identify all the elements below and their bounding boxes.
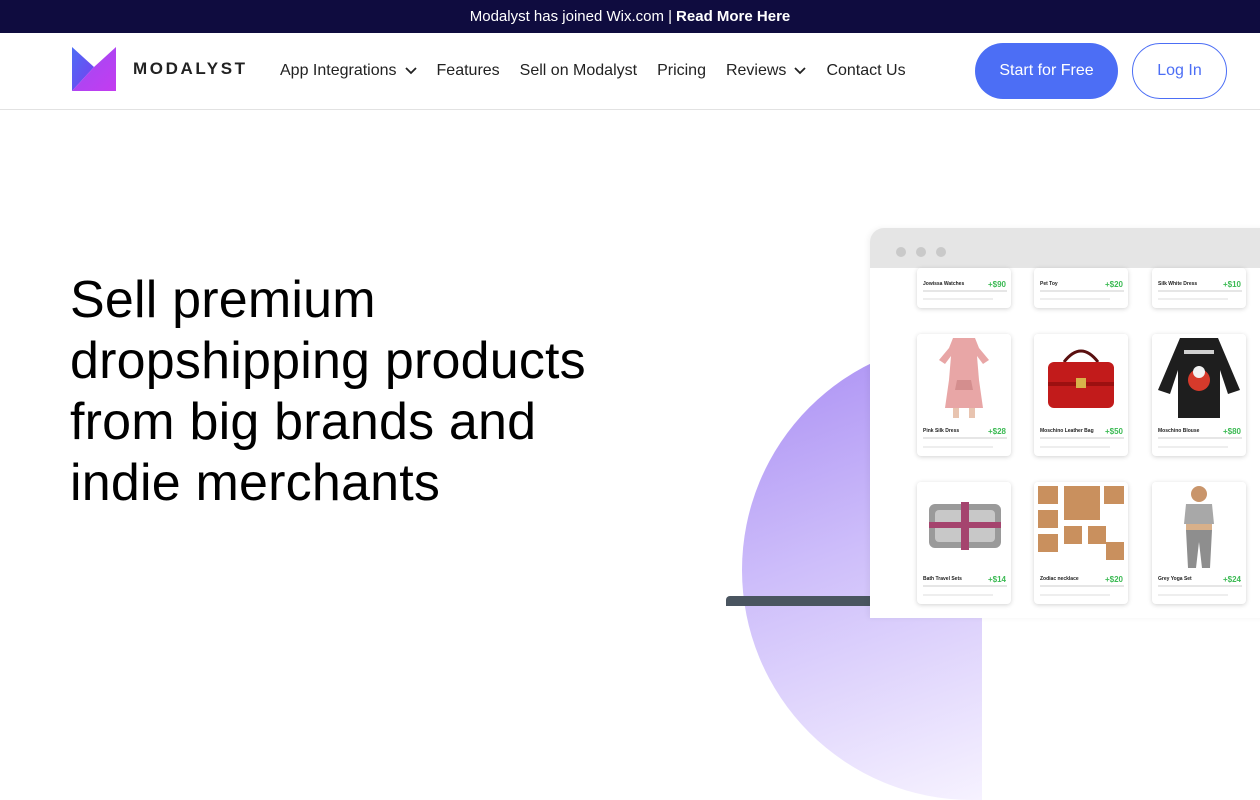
product-price: +$24: [1222, 575, 1241, 584]
red-bag-image: [1034, 334, 1128, 420]
product-meta: [1040, 446, 1110, 448]
product-meta: [1158, 290, 1242, 292]
nav-item-label: Contact Us: [826, 62, 906, 79]
product-name: Moschino Blouse: [1158, 428, 1200, 434]
product-card[interactable]: Grey Yoga Set +$24: [1152, 482, 1246, 604]
nav-item-contact-us[interactable]: Contact Us: [826, 62, 905, 80]
nav-item-label: Features: [436, 62, 500, 79]
product-card[interactable]: Silk White Dress +$10: [1152, 268, 1246, 308]
product-card[interactable]: Zodiac necklace +$20: [1034, 482, 1128, 604]
nav-item-app-integrations[interactable]: App Integrations: [280, 62, 417, 80]
brand-name: MODALYST: [133, 59, 248, 78]
nav-item-pricing[interactable]: Pricing: [657, 62, 706, 80]
product-price: +$20: [1104, 575, 1123, 584]
top-nav: MODALYST App Integrations Features Sell …: [0, 33, 1260, 110]
announcement-bar: Modalyst has joined Wix.com | Read More …: [0, 0, 1260, 33]
product-card[interactable]: Pet Toy +$20: [1034, 268, 1128, 308]
product-meta: [923, 290, 1007, 292]
window-dot-icon: [896, 247, 906, 257]
product-name: Grey Yoga Set: [1158, 576, 1192, 582]
product-meta: [1040, 585, 1124, 587]
announcement-link[interactable]: Read More Here: [676, 8, 790, 25]
product-meta: [923, 437, 1007, 439]
product-meta: [1040, 290, 1124, 292]
product-name: Jowissa Watches: [923, 281, 965, 287]
product-meta: [923, 298, 993, 300]
product-card[interactable]: Pink Silk Dress +$28: [917, 334, 1011, 456]
log-in-button[interactable]: Log In: [1132, 43, 1227, 99]
black-blouse-image: [1152, 334, 1246, 420]
product-name: Moschino Leather Bag: [1040, 428, 1094, 434]
product-meta: [1040, 298, 1110, 300]
product-price: +$10: [1222, 280, 1241, 289]
product-meta: [1158, 437, 1242, 439]
nav-item-reviews[interactable]: Reviews: [725, 62, 807, 80]
yoga-set-image: [1152, 482, 1246, 568]
product-name: Zodiac necklace: [1040, 576, 1079, 582]
product-browser-mockup: Jowissa Watches +$90 Pet Toy +$20 Silk W…: [870, 228, 1260, 618]
product-card[interactable]: Moschino Leather Bag +$50: [1034, 334, 1128, 456]
product-meta: [923, 594, 993, 596]
pink-dress-image: [917, 334, 1011, 420]
product-name: Pet Toy: [1040, 281, 1058, 287]
product-price: +$28: [987, 427, 1006, 436]
product-name: Bath Travel Sets: [923, 576, 962, 582]
product-meta: [923, 446, 993, 448]
start-for-free-button[interactable]: Start for Free: [975, 43, 1118, 99]
product-price: +$50: [1104, 427, 1123, 436]
chevron-down-icon: [794, 67, 807, 75]
announcement-text: Modalyst has joined Wix.com |: [469, 8, 673, 25]
nav-item-label: App Integrations: [280, 62, 397, 79]
product-card[interactable]: Jowissa Watches +$90: [917, 268, 1011, 308]
product-price: +$80: [1222, 427, 1241, 436]
product-card[interactable]: Bath Travel Sets +$14: [917, 482, 1011, 604]
product-name: Silk White Dress: [1158, 281, 1198, 287]
browser-toolbar: [870, 228, 1260, 268]
nav-item-label: Reviews: [725, 62, 787, 79]
bath-set-image: [917, 482, 1011, 568]
product-meta: [1158, 446, 1228, 448]
hero-headline: Sell premium dropshipping products from …: [70, 271, 586, 512]
chevron-down-icon: [404, 67, 417, 75]
nav-item-label: Sell on Modalyst: [519, 62, 638, 79]
nav-item-features[interactable]: Features: [437, 62, 500, 80]
brand-logo[interactable]: MODALYST: [72, 47, 248, 91]
product-price: +$20: [1104, 280, 1123, 289]
product-price: +$14: [987, 575, 1006, 584]
laptop-keyboard-edge: [726, 596, 874, 606]
main-menu: App Integrations Features Sell on Modaly…: [280, 33, 926, 109]
product-meta: [1040, 437, 1124, 439]
zodiac-necklace-image: [1034, 482, 1128, 568]
product-meta: [923, 585, 1007, 587]
modalyst-logo-icon: [72, 47, 116, 91]
product-name: Pink Silk Dress: [923, 428, 960, 434]
product-meta: [1158, 594, 1228, 596]
product-meta: [1040, 594, 1110, 596]
nav-item-sell-on-modalyst[interactable]: Sell on Modalyst: [520, 62, 637, 80]
product-meta: [1158, 298, 1228, 300]
product-price: +$90: [987, 280, 1006, 289]
product-meta: [1158, 585, 1242, 587]
nav-item-label: Pricing: [657, 62, 706, 79]
window-dot-icon: [936, 247, 946, 257]
window-dot-icon: [916, 247, 926, 257]
product-card[interactable]: Moschino Blouse +$80: [1152, 334, 1246, 456]
